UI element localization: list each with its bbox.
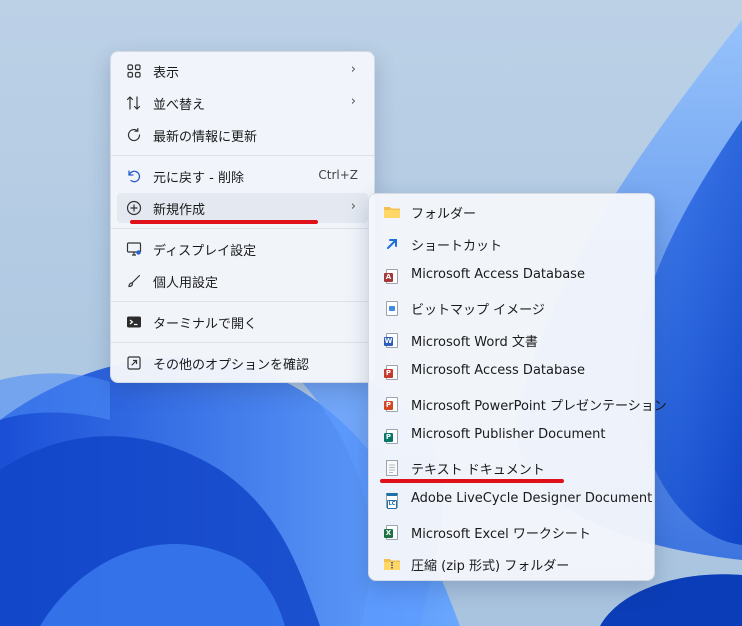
submenu-item-access-database-2[interactable]: P Microsoft Access Database	[375, 357, 648, 387]
submenu-item-label: ショートカット	[411, 239, 503, 254]
new-submenu: フォルダー ショートカット A Microsoft Access Databas…	[368, 193, 667, 581]
livecycle-icon: LC	[383, 492, 401, 509]
menu-item-display-settings[interactable]: ディスプレイ設定	[117, 234, 368, 264]
shortcut-arrow-icon	[383, 236, 401, 252]
menu-item-label: その他のオプションを確認	[153, 358, 310, 373]
submenu-item-label: Adobe LiveCycle Designer Document	[411, 491, 653, 506]
new-plus-icon	[125, 200, 143, 216]
menu-item-label: 最新の情報に更新	[153, 130, 258, 145]
publisher-icon: P	[383, 428, 401, 444]
submenu-item-access-database[interactable]: A Microsoft Access Database	[375, 261, 648, 291]
menu-item-personalize[interactable]: 個人用設定	[117, 266, 368, 296]
submenu-item-label: 圧縮 (zip 形式) フォルダー	[411, 559, 570, 574]
access-icon: A	[383, 268, 401, 284]
view-grid-icon	[125, 63, 143, 79]
shortcut-text: Ctrl+Z	[318, 168, 358, 182]
submenu-item-shortcut[interactable]: ショートカット	[375, 229, 648, 259]
menu-item-label: 並べ替え	[153, 98, 206, 113]
submenu-item-powerpoint[interactable]: P Microsoft PowerPoint プレゼンテーション	[375, 389, 667, 419]
menu-item-label: 新規作成	[153, 203, 206, 218]
desktop-context-menu: 表示 › 並べ替え › 最新の情報に更新 元に戻す - 削除 Ctrl+Z 新規…	[110, 51, 375, 383]
submenu-item-label: Microsoft Access Database	[411, 267, 585, 282]
submenu-item-folder[interactable]: フォルダー	[375, 197, 648, 227]
submenu-item-label: ビットマップ イメージ	[411, 303, 545, 318]
submenu-item-excel[interactable]: X Microsoft Excel ワークシート	[375, 517, 648, 547]
access-pdf-icon: P	[383, 364, 401, 380]
menu-item-label: 表示	[153, 66, 180, 81]
submenu-item-label: Microsoft PowerPoint プレゼンテーション	[411, 399, 667, 414]
submenu-item-zip-folder[interactable]: 圧縮 (zip 形式) フォルダー	[375, 549, 648, 579]
menu-item-more-options[interactable]: その他のオプションを確認	[117, 348, 368, 378]
menu-item-sort[interactable]: 並べ替え ›	[117, 88, 368, 118]
menu-item-undo-delete[interactable]: 元に戻す - 削除 Ctrl+Z	[117, 161, 368, 191]
submenu-item-bitmap-image[interactable]: ビットマップ イメージ	[375, 293, 648, 323]
excel-icon: X	[383, 524, 401, 540]
menu-item-label: ターミナルで開く	[153, 317, 258, 332]
submenu-item-publisher[interactable]: P Microsoft Publisher Document	[375, 421, 648, 451]
submenu-item-label: フォルダー	[411, 207, 477, 222]
terminal-icon	[125, 314, 143, 330]
submenu-item-label: Microsoft Excel ワークシート	[411, 527, 591, 542]
sort-icon	[125, 95, 143, 111]
submenu-item-label: Microsoft Publisher Document	[411, 427, 606, 442]
brush-icon	[125, 273, 143, 289]
annotation-underline-text-document	[380, 479, 564, 483]
undo-icon	[125, 168, 143, 184]
menu-separator	[111, 228, 374, 229]
chevron-right-icon: ›	[350, 94, 356, 109]
folder-icon	[383, 204, 401, 220]
chevron-right-icon: ›	[350, 62, 356, 77]
annotation-underline-new	[130, 220, 318, 224]
menu-item-label: ディスプレイ設定	[153, 244, 257, 259]
menu-item-label: 元に戻す - 削除	[153, 171, 244, 186]
menu-item-open-terminal[interactable]: ターミナルで開く	[117, 307, 368, 337]
menu-item-label: 個人用設定	[153, 276, 219, 291]
submenu-item-livecycle[interactable]: LC Adobe LiveCycle Designer Document	[375, 485, 652, 515]
submenu-item-label: Microsoft Access Database	[411, 363, 585, 378]
menu-separator	[111, 342, 374, 343]
powerpoint-icon: P	[383, 396, 401, 412]
display-settings-icon	[125, 241, 143, 257]
menu-separator	[111, 301, 374, 302]
submenu-item-label: Microsoft Word 文書	[411, 335, 538, 350]
zip-folder-icon	[383, 556, 401, 572]
menu-separator	[111, 155, 374, 156]
word-icon: W	[383, 332, 401, 348]
menu-item-new[interactable]: 新規作成 ›	[117, 193, 368, 223]
menu-item-view[interactable]: 表示 ›	[117, 56, 368, 86]
bitmap-icon	[383, 300, 401, 316]
text-document-icon	[383, 460, 401, 476]
submenu-item-word-document[interactable]: W Microsoft Word 文書	[375, 325, 648, 355]
menu-item-refresh[interactable]: 最新の情報に更新	[117, 120, 368, 150]
more-options-icon	[125, 355, 143, 371]
chevron-right-icon: ›	[350, 199, 356, 214]
submenu-item-label: テキスト ドキュメント	[411, 463, 545, 478]
refresh-icon	[125, 127, 143, 143]
